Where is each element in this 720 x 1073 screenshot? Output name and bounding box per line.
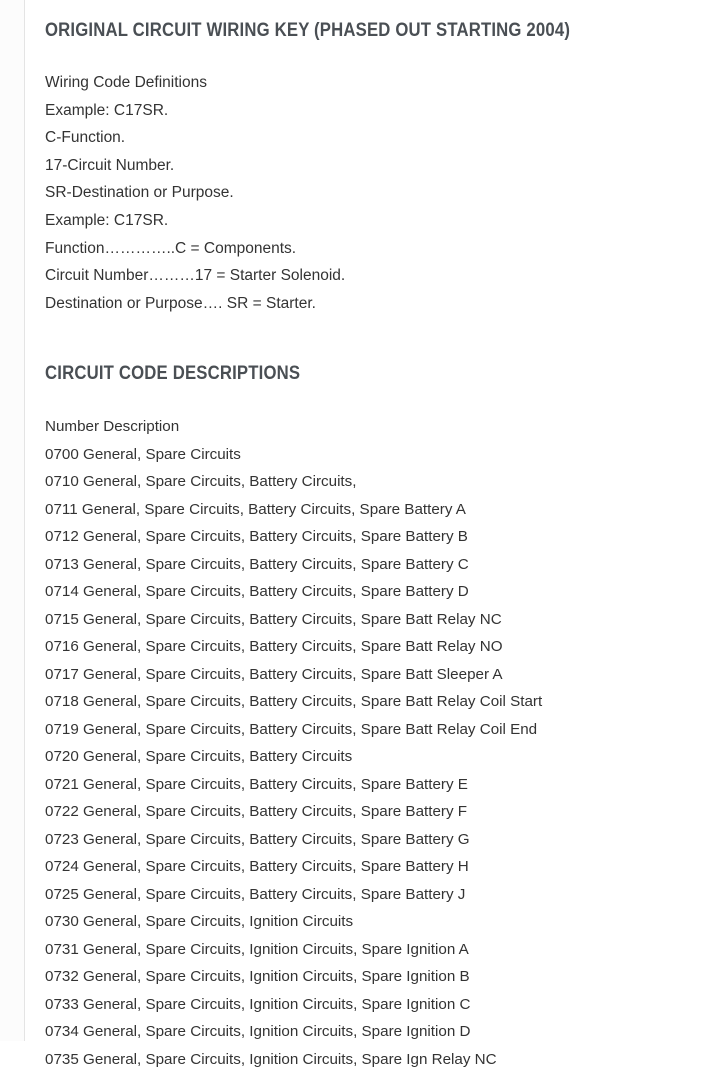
list-item: 0710 General, Spare Circuits, Battery Ci… <box>45 473 357 491</box>
list-item: 0733 General, Spare Circuits, Ignition C… <box>45 995 471 1013</box>
wiring-code-definitions-block: Wiring Code Definitions Example: C17SR. … <box>45 69 720 317</box>
definition-line: Wiring Code Definitions <box>45 74 207 91</box>
definition-line: Circuit Number………17 = Starter Solenoid. <box>45 267 346 285</box>
left-gutter <box>0 0 24 1041</box>
list-item: 0720 General, Spare Circuits, Battery Ci… <box>45 748 353 766</box>
list-item: 0711 General, Spare Circuits, Battery Ci… <box>45 500 466 518</box>
definition-line: C-Function. <box>45 129 126 147</box>
definition-line: Function…………..C = Components. <box>45 239 297 257</box>
section-heading-wiring-key: ORIGINAL CIRCUIT WIRING KEY (PHASED OUT … <box>45 20 571 41</box>
list-item: 0723 General, Spare Circuits, Battery Ci… <box>45 830 470 848</box>
list-item: 0719 General, Spare Circuits, Battery Ci… <box>45 720 538 738</box>
list-item: 0721 General, Spare Circuits, Battery Ci… <box>45 775 468 793</box>
definition-line: Example: C17SR. <box>45 101 169 119</box>
list-item: 0735 General, Spare Circuits, Ignition C… <box>45 1050 497 1068</box>
list-item: 0712 General, Spare Circuits, Battery Ci… <box>45 528 468 546</box>
list-item: 0718 General, Spare Circuits, Battery Ci… <box>45 693 543 711</box>
list-item: 0732 General, Spare Circuits, Ignition C… <box>45 968 470 986</box>
left-vertical-rule <box>24 0 25 1041</box>
definition-line: Example: C17SR. <box>45 211 169 229</box>
list-item: 0722 General, Spare Circuits, Battery Ci… <box>45 803 468 821</box>
list-item: 0715 General, Spare Circuits, Battery Ci… <box>45 610 502 628</box>
definition-line: Destination or Purpose…. SR = Starter. <box>45 294 316 312</box>
list-item: 0734 General, Spare Circuits, Ignition C… <box>45 1023 471 1041</box>
list-item: 0724 General, Spare Circuits, Battery Ci… <box>45 858 469 876</box>
section-heading-circuit-code-descriptions: CIRCUIT CODE DESCRIPTIONS <box>45 363 301 385</box>
definition-line: SR-Destination or Purpose. <box>45 184 234 202</box>
list-item: 0731 General, Spare Circuits, Ignition C… <box>45 940 469 958</box>
list-item: 0714 General, Spare Circuits, Battery Ci… <box>45 583 469 601</box>
list-item: 0717 General, Spare Circuits, Battery Ci… <box>45 665 503 683</box>
list-item: 0716 General, Spare Circuits, Battery Ci… <box>45 638 503 656</box>
document-content: ORIGINAL CIRCUIT WIRING KEY (PHASED OUT … <box>45 0 720 1073</box>
list-item: 0730 General, Spare Circuits, Ignition C… <box>45 913 354 931</box>
list-item: 0713 General, Spare Circuits, Battery Ci… <box>45 555 469 573</box>
list-column-header: Number Description <box>45 418 180 436</box>
list-item: 0700 General, Spare Circuits <box>45 445 241 463</box>
definition-line: 17-Circuit Number. <box>45 156 175 174</box>
circuit-code-list: Number Description 0700 General, Spare C… <box>45 413 720 1073</box>
list-item: 0725 General, Spare Circuits, Battery Ci… <box>45 885 466 903</box>
document-page: ORIGINAL CIRCUIT WIRING KEY (PHASED OUT … <box>0 0 720 1068</box>
